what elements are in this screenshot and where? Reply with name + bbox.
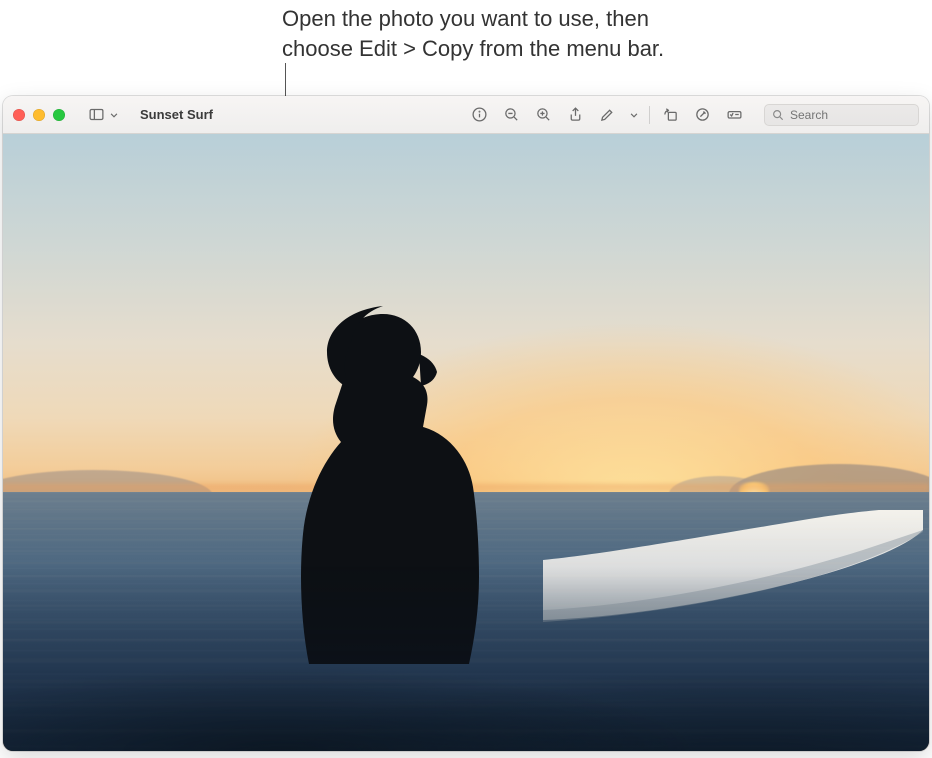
rotate-button[interactable]	[654, 102, 686, 128]
sidebar-icon	[88, 106, 105, 123]
info-icon	[471, 106, 488, 123]
share-icon	[567, 106, 584, 123]
toolbar-divider	[649, 106, 650, 124]
markup-icon	[694, 106, 711, 123]
minimize-window-button[interactable]	[33, 109, 45, 121]
zoom-in-icon	[535, 106, 552, 123]
search-field[interactable]	[764, 104, 919, 126]
window-toolbar: Sunset Surf	[3, 96, 929, 134]
form-fill-button[interactable]	[718, 102, 750, 128]
close-window-button[interactable]	[13, 109, 25, 121]
zoom-out-button[interactable]	[495, 102, 527, 128]
fullscreen-window-button[interactable]	[53, 109, 65, 121]
callout-line-1: Open the photo you want to use, then	[282, 4, 842, 34]
rotate-icon	[662, 106, 679, 123]
callout-line-2: choose Edit > Copy from the menu bar.	[282, 34, 842, 64]
highlight-menu-button[interactable]	[623, 102, 645, 128]
window-controls	[13, 109, 65, 121]
share-button[interactable]	[559, 102, 591, 128]
chevron-down-icon	[627, 108, 641, 122]
preview-window: Sunset Surf	[3, 96, 929, 751]
callout-text: Open the photo you want to use, then cho…	[282, 4, 842, 63]
highlight-icon	[599, 106, 616, 123]
chevron-down-icon	[107, 108, 121, 122]
image-viewport[interactable]	[3, 134, 929, 751]
zoom-in-button[interactable]	[527, 102, 559, 128]
zoom-out-icon	[503, 106, 520, 123]
form-fill-icon	[726, 106, 743, 123]
document-title: Sunset Surf	[140, 107, 213, 122]
info-button[interactable]	[463, 102, 495, 128]
highlight-button[interactable]	[591, 102, 623, 128]
markup-button[interactable]	[686, 102, 718, 128]
sidebar-toggle-button[interactable]	[83, 103, 126, 126]
photo-foreground-wave	[3, 566, 929, 751]
toolbar-center-group	[463, 102, 750, 128]
search-input[interactable]	[790, 108, 912, 122]
search-icon	[771, 108, 785, 122]
